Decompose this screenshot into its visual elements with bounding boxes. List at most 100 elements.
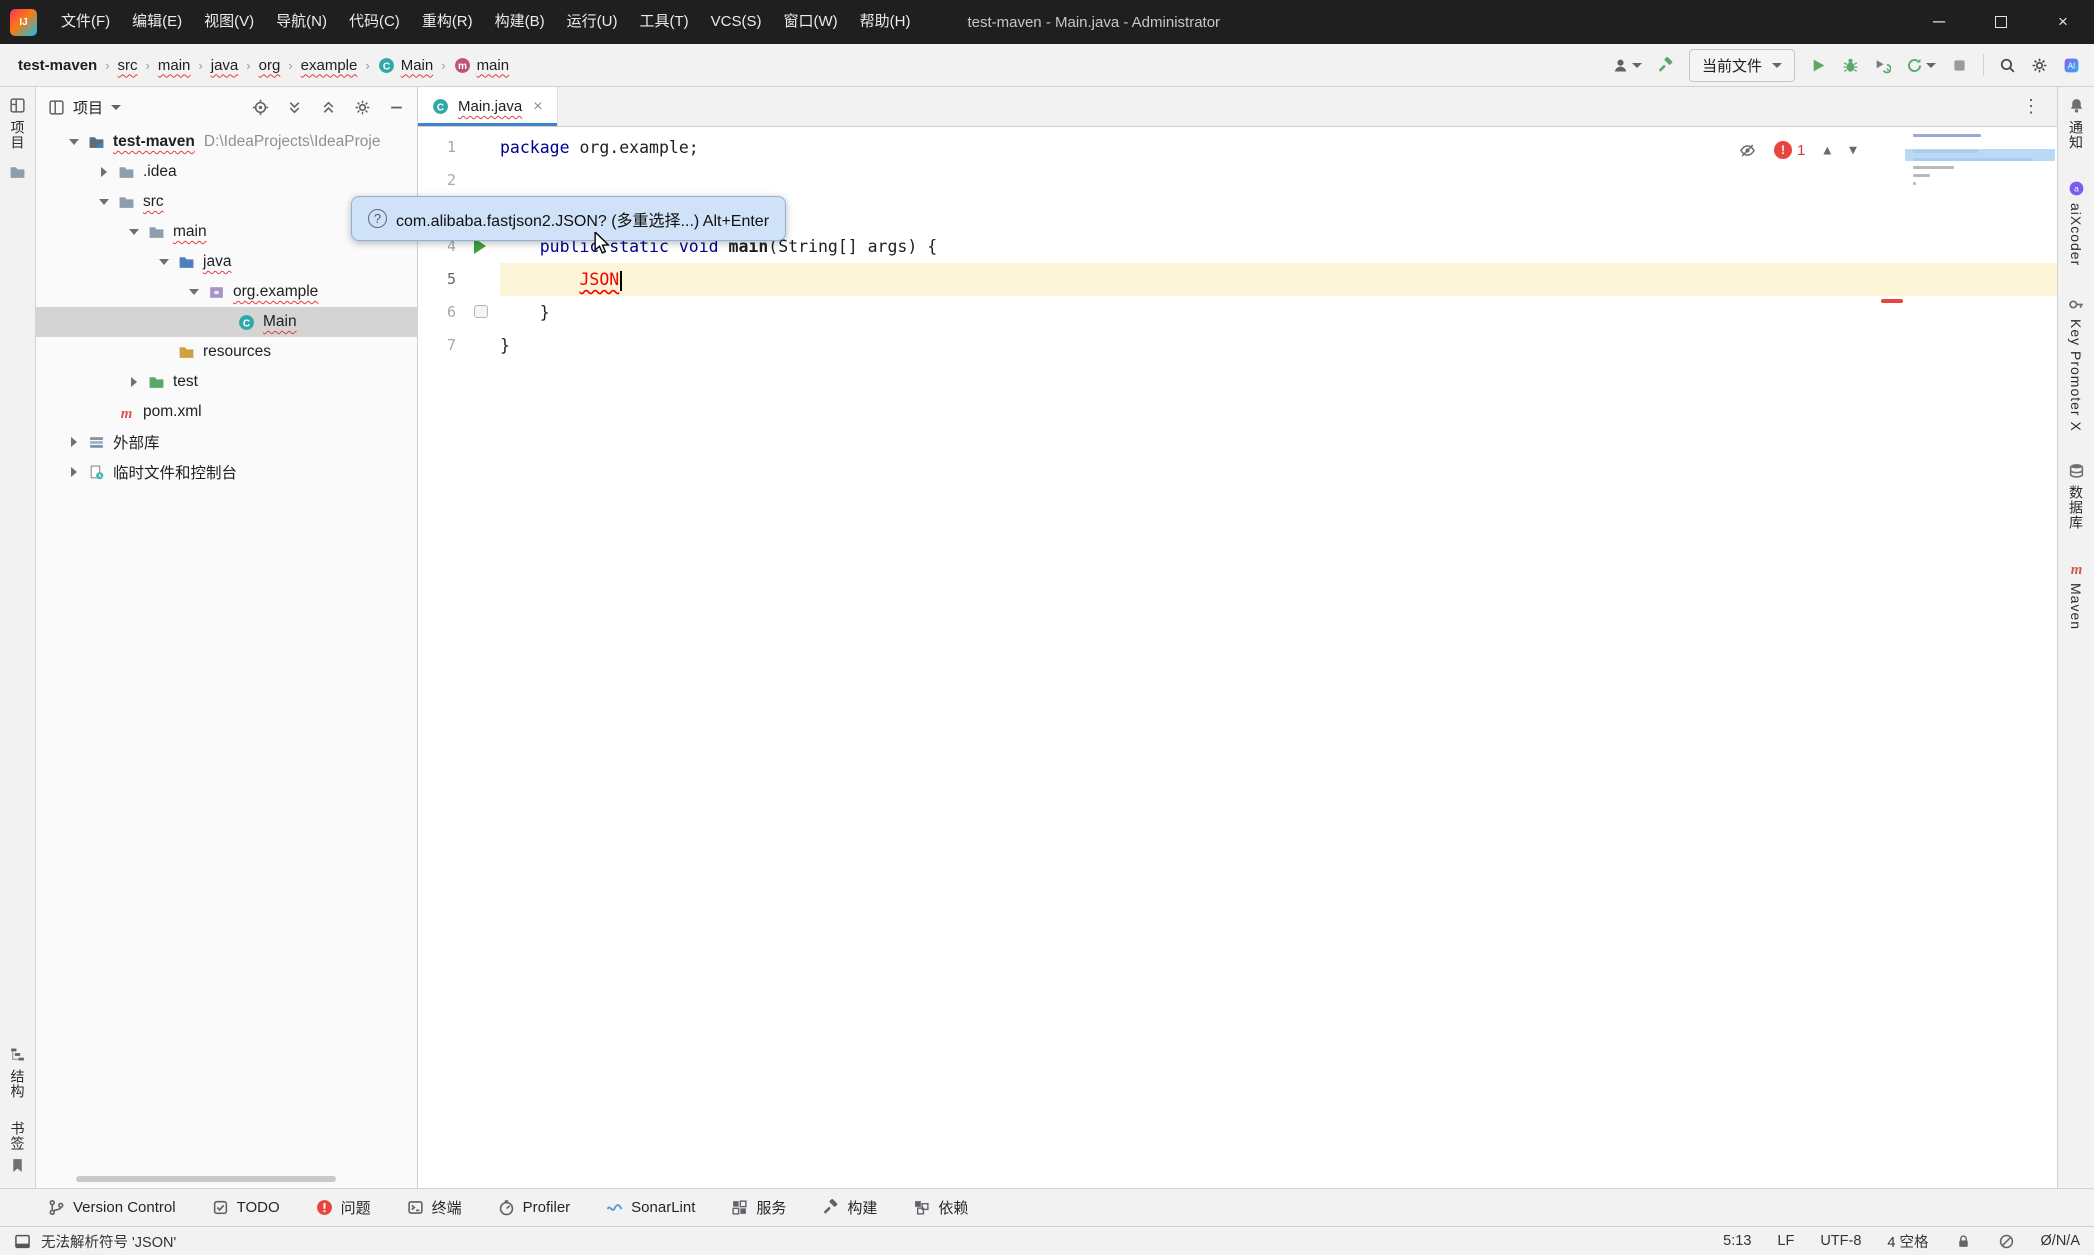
toolwindow-toggle-icon[interactable] [14, 1233, 31, 1250]
settings-gear-button[interactable] [2031, 57, 2048, 74]
tree-row[interactable]: test [36, 367, 417, 397]
editor-options-icon[interactable]: ⋮ [2006, 96, 2057, 117]
code-editor[interactable]: ! 1 ▲ ▼ 1package org.example;23public cl… [418, 127, 2057, 1188]
breadcrumb-item[interactable]: CMain [374, 54, 438, 77]
run-button[interactable] [1810, 57, 1827, 74]
tool-button-key[interactable]: Key Promoter X [2068, 296, 2085, 432]
memory-indicator-icon[interactable] [1998, 1233, 2015, 1250]
menu-item[interactable]: 构建(B) [484, 0, 556, 44]
tree-chevron-icon[interactable] [122, 377, 146, 387]
menu-item[interactable]: 重构(R) [411, 0, 484, 44]
run-configuration-select[interactable]: 当前文件 [1689, 49, 1795, 82]
tool-button-problems[interactable]: 问题 [316, 1197, 371, 1218]
tree-row[interactable]: 临时文件和控制台 [36, 457, 417, 487]
breadcrumb-item[interactable]: java [207, 54, 243, 77]
error-stripe-mark[interactable] [1881, 299, 1903, 303]
breadcrumb-item[interactable]: test-maven [14, 54, 101, 77]
previous-error-icon[interactable]: ▲ [1823, 143, 1831, 158]
tool-button-build[interactable]: 构建 [822, 1197, 877, 1218]
select-opened-file-icon[interactable] [252, 99, 269, 116]
tool-button-branch[interactable]: Version Control [48, 1199, 176, 1216]
indent-setting[interactable]: 4 空格 [1887, 1231, 1928, 1252]
tree-chevron-icon[interactable] [62, 467, 86, 477]
tool-button-bell[interactable]: 通知 [2066, 97, 2086, 150]
menu-item[interactable]: 工具(T) [628, 0, 699, 44]
tree-chevron-icon[interactable] [152, 259, 176, 265]
inspection-highlights-icon[interactable] [1739, 142, 1756, 159]
file-encoding[interactable]: UTF-8 [1820, 1233, 1861, 1249]
menu-item[interactable]: 导航(N) [265, 0, 338, 44]
tool-button-database[interactable]: 数据库 [2066, 462, 2086, 530]
user-account-button[interactable] [1612, 57, 1642, 74]
tool-button-todo[interactable]: TODO [212, 1199, 280, 1216]
minimize-button[interactable]: ─ [1908, 0, 1970, 44]
breadcrumb-item[interactable]: example [297, 54, 362, 77]
tool-button-deps[interactable]: 依赖 [913, 1197, 968, 1218]
project-panel-title[interactable]: 项目 [48, 97, 121, 118]
next-error-icon[interactable]: ▼ [1849, 143, 1857, 158]
line-separator[interactable]: LF [1777, 1233, 1794, 1249]
tree-row[interactable]: 外部库 [36, 427, 417, 457]
tree-row[interactable]: org.example [36, 277, 417, 307]
code-minimap[interactable] [1905, 129, 2055, 324]
tree-chevron-icon[interactable] [92, 167, 116, 177]
ai-assistant-button[interactable]: AI [2063, 57, 2080, 74]
menu-item[interactable]: 代码(C) [338, 0, 411, 44]
tree-chevron-icon[interactable] [182, 289, 206, 295]
build-hammer-button[interactable] [1657, 57, 1674, 74]
tree-row[interactable]: CMain [36, 307, 417, 337]
tree-chevron-icon[interactable] [62, 139, 86, 145]
tree-row[interactable]: mpom.xml [36, 397, 417, 427]
hide-panel-icon[interactable] [388, 99, 405, 116]
tool-button-folder[interactable] [9, 164, 26, 181]
debug-button[interactable] [1842, 57, 1859, 74]
code-line[interactable]: 6 } [418, 296, 2057, 329]
tool-button-sonarlint[interactable]: SonarLint [606, 1199, 695, 1216]
tree-chevron-icon[interactable] [122, 229, 146, 235]
error-count-badge[interactable]: ! 1 [1774, 141, 1805, 159]
close-tab-icon[interactable]: × [533, 98, 542, 116]
tool-button-maven[interactable]: mMaven [2068, 560, 2085, 630]
tool-button-bookmarks[interactable]: 书签 [8, 1121, 28, 1174]
tree-chevron-icon[interactable] [62, 437, 86, 447]
menu-item[interactable]: 文件(F) [50, 0, 121, 44]
caret-position[interactable]: 5:13 [1723, 1233, 1751, 1249]
tree-row[interactable]: test-mavenD:\IdeaProjects\IdeaProje [36, 127, 417, 157]
horizontal-scrollbar[interactable] [76, 1176, 336, 1182]
tool-button-project[interactable]: 项目 [8, 97, 28, 150]
menu-item[interactable]: 编辑(E) [121, 0, 193, 44]
stop-button[interactable] [1951, 57, 1968, 74]
menu-item[interactable]: 视图(V) [193, 0, 265, 44]
menu-item[interactable]: 运行(U) [556, 0, 629, 44]
maximize-button[interactable] [1970, 0, 2032, 44]
search-everywhere-button[interactable] [1999, 57, 2016, 74]
tool-button-profiler[interactable]: Profiler [498, 1199, 571, 1216]
profiler-run-button[interactable] [1874, 57, 1891, 74]
menu-item[interactable]: 帮助(H) [849, 0, 922, 44]
rerun-button[interactable] [1906, 57, 1936, 74]
code-line[interactable]: 5 JSON [418, 263, 2057, 296]
panel-options-gear-icon[interactable] [354, 99, 371, 116]
intention-tooltip[interactable]: ? com.alibaba.fastjson2.JSON? (多重选择...) … [351, 196, 786, 241]
minimap-viewport[interactable] [1905, 149, 2055, 161]
tool-button-services[interactable]: 服务 [731, 1197, 786, 1218]
breadcrumb-item[interactable]: org [255, 54, 285, 77]
collapse-all-icon[interactable] [320, 99, 337, 116]
tree-row[interactable]: .idea [36, 157, 417, 187]
menu-item[interactable]: VCS(S) [700, 0, 773, 44]
tree-row[interactable]: java [36, 247, 417, 277]
code-line[interactable]: 7} [418, 329, 2057, 362]
breadcrumb-item[interactable]: main [154, 54, 195, 77]
tool-button-structure[interactable]: 结构 [8, 1046, 28, 1099]
tree-row[interactable]: resources [36, 337, 417, 367]
menu-item[interactable]: 窗口(W) [772, 0, 848, 44]
close-button[interactable]: × [2032, 0, 2094, 44]
tool-button-terminal[interactable]: 终端 [407, 1197, 462, 1218]
breadcrumb-item[interactable]: src [114, 54, 142, 77]
tool-button-aixcoder[interactable]: aaiXcoder [2068, 180, 2085, 266]
breadcrumb-item[interactable]: mmain [450, 54, 514, 77]
tab-main-java[interactable]: C Main.java × [418, 87, 558, 126]
lock-icon[interactable] [1955, 1233, 1972, 1250]
code-line[interactable]: 2 [418, 164, 2057, 197]
expand-all-icon[interactable] [286, 99, 303, 116]
